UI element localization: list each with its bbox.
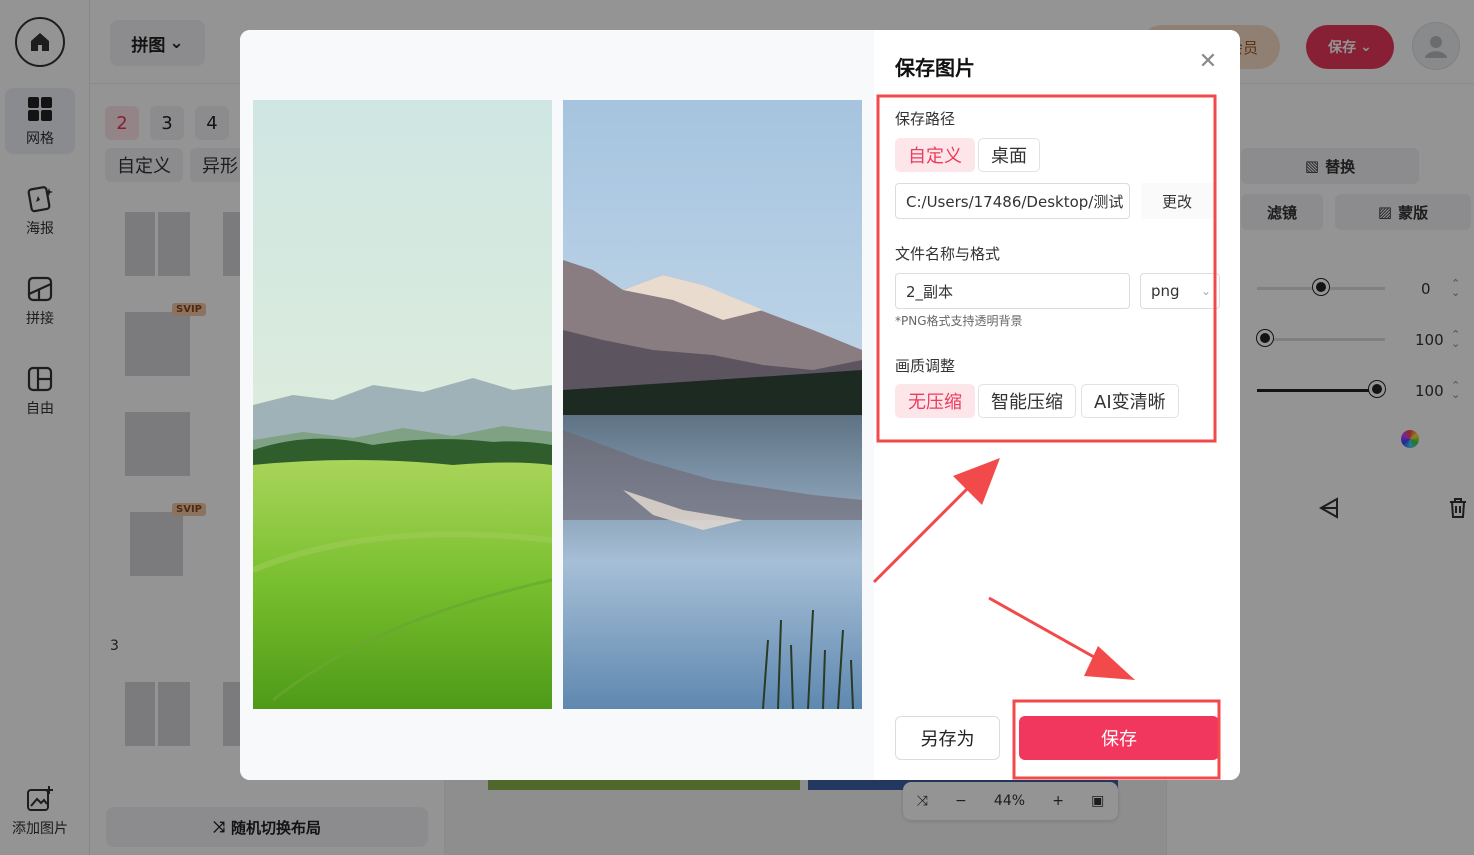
lake-photo [563, 100, 862, 709]
save-settings: 保存图片 ✕ 保存路径 自定义 桌面 C:/Users/17486/Deskto… [874, 30, 1240, 780]
quality-option-smart[interactable]: 智能压缩 [978, 384, 1076, 418]
quality-option-ai[interactable]: AI变清晰 [1081, 384, 1179, 418]
file-name-input[interactable]: 2_副本 [895, 273, 1130, 309]
format-value: png [1151, 282, 1180, 300]
meadow-photo [253, 100, 552, 709]
preview-image-meadow [253, 100, 552, 709]
close-icon[interactable]: ✕ [1198, 51, 1218, 73]
save-button[interactable]: 保存 [1019, 716, 1219, 760]
quality-label: 画质调整 [895, 357, 956, 375]
quality-option-none[interactable]: 无压缩 [895, 384, 975, 418]
format-hint: *PNG格式支持透明背景 [895, 314, 1023, 328]
format-select[interactable]: png ⌄ [1140, 273, 1220, 309]
file-name-format-label: 文件名称与格式 [895, 245, 1001, 263]
path-option-custom[interactable]: 自定义 [895, 138, 975, 172]
save-path-field[interactable]: C:/Users/17486/Desktop/测试 [895, 183, 1130, 219]
chevron-down-icon: ⌄ [1200, 284, 1211, 298]
dialog-title: 保存图片 [895, 56, 975, 80]
preview-area [240, 30, 874, 780]
path-option-desktop[interactable]: 桌面 [978, 138, 1040, 172]
preview-image-lake [563, 100, 862, 709]
save-path-label: 保存路径 [895, 110, 956, 128]
save-as-button[interactable]: 另存为 [895, 716, 1000, 760]
save-image-dialog: 保存图片 ✕ 保存路径 自定义 桌面 C:/Users/17486/Deskto… [240, 30, 1240, 780]
change-path-button[interactable]: 更改 [1141, 183, 1213, 219]
